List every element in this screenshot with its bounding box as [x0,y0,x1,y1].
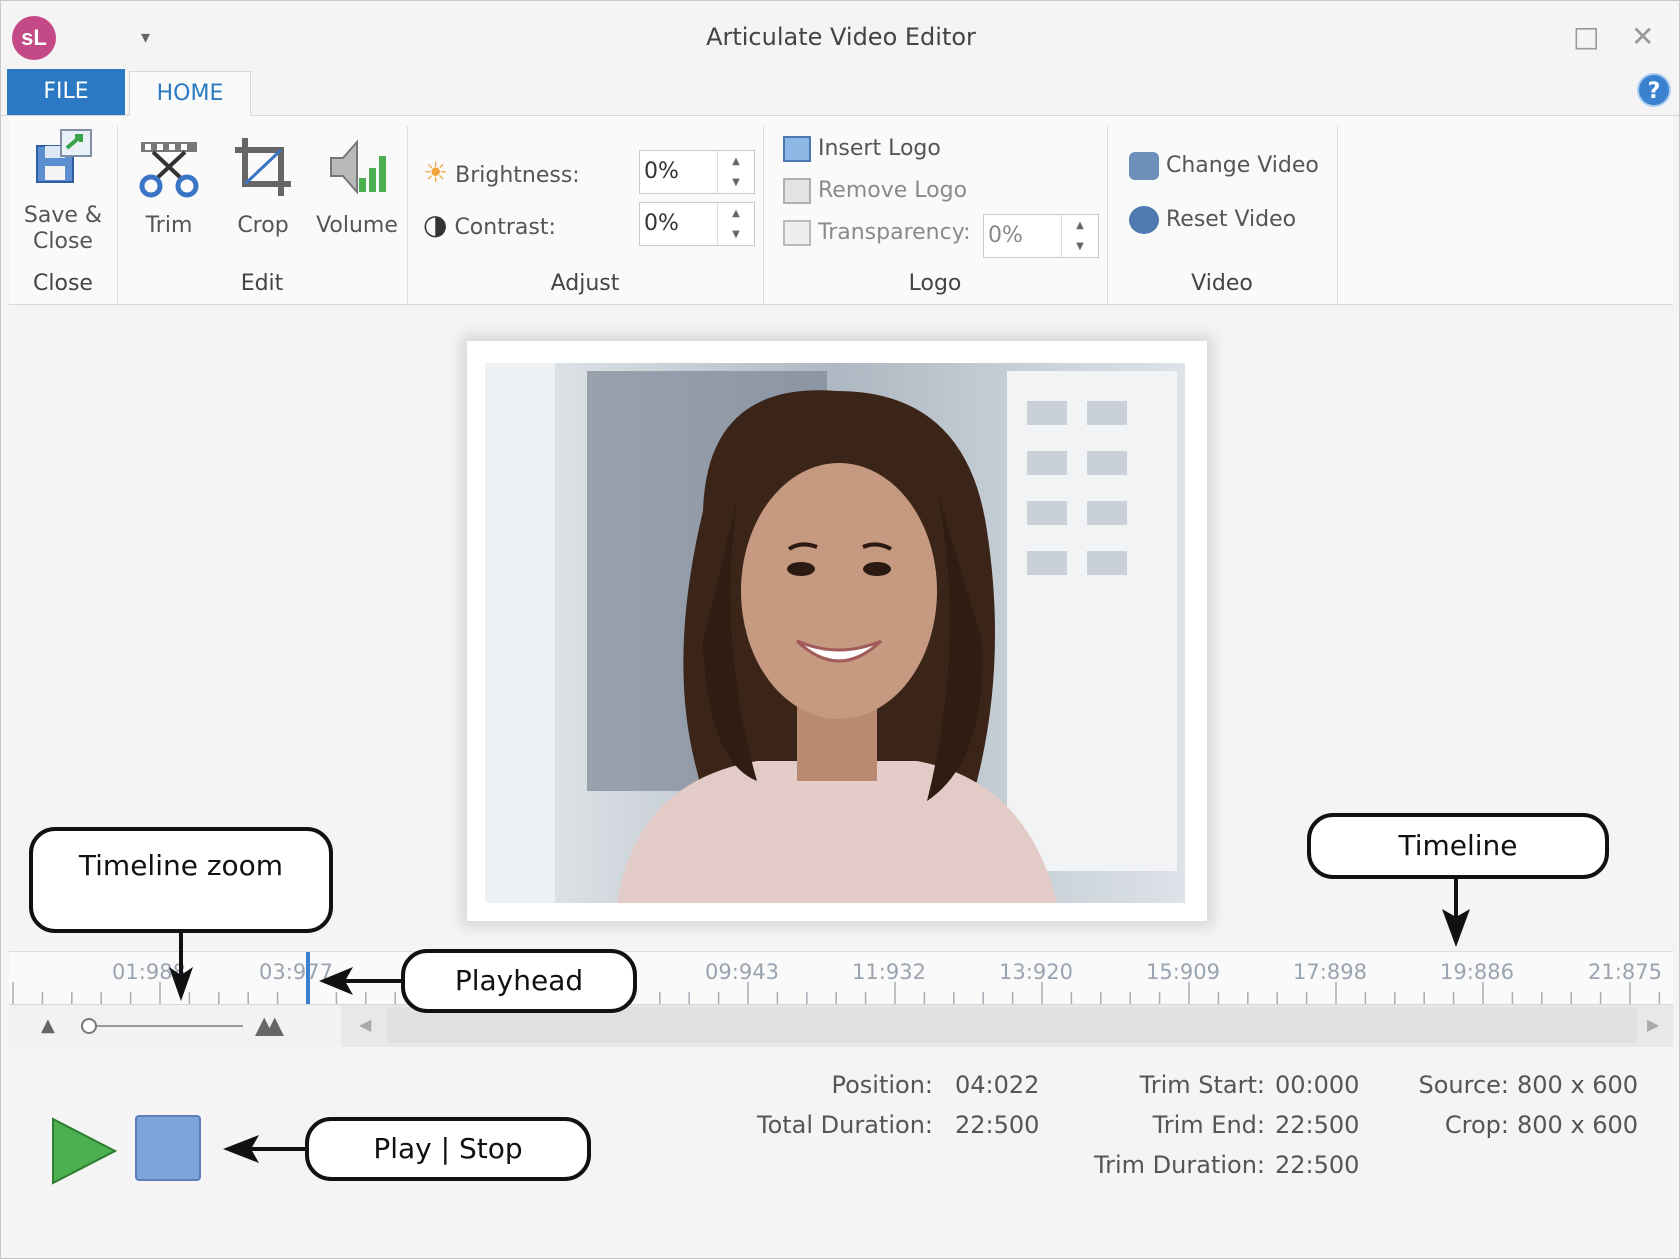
callout-arrows [169,879,1470,1163]
video-editor-window: sL ▾ Articulate Video Editor □ ✕ FILE HO… [0,0,1680,1259]
